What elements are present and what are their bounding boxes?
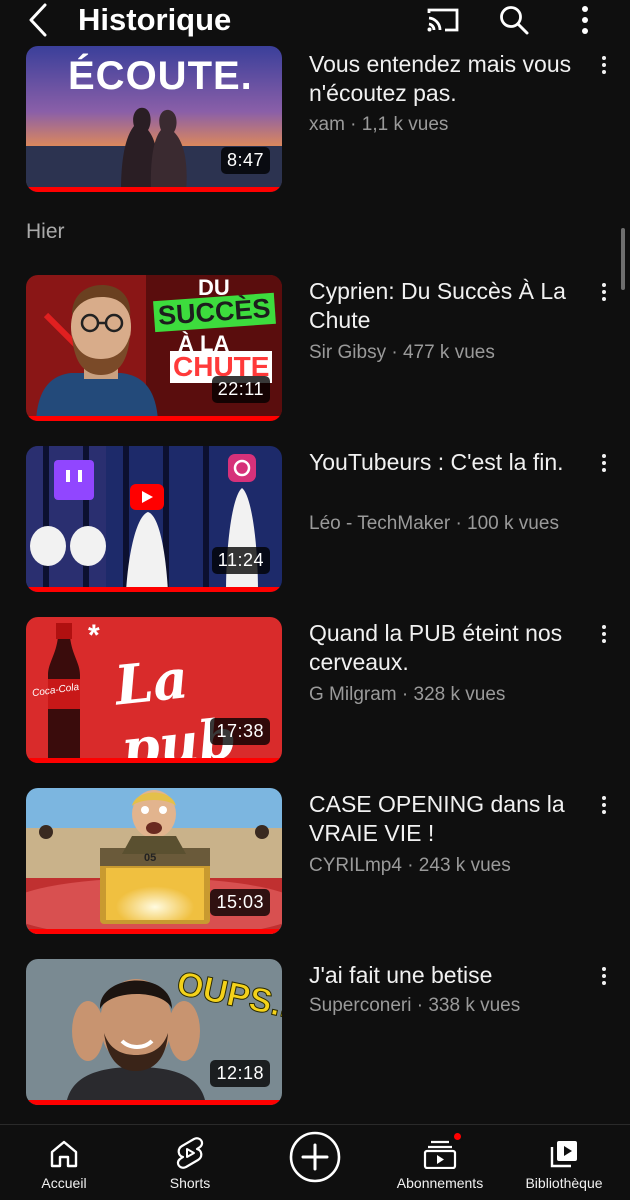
video-title[interactable]: Vous entendez mais vous n'écoutez pas.: [309, 50, 579, 108]
video-menu-icon[interactable]: [592, 277, 616, 307]
video-item[interactable]: DU SUCCÈS À LA CHUTE 22:11 Cyprien: Du S…: [0, 275, 630, 425]
video-thumbnail[interactable]: 05 15:03: [26, 788, 282, 934]
video-duration: 15:03: [210, 889, 270, 916]
nav-label: Shorts: [169, 1175, 211, 1191]
watch-progress-bar: [26, 416, 282, 421]
subscriptions-icon: [423, 1125, 463, 1169]
video-item[interactable]: Coca-Cola * La pub 17:38 Quand la PUB ét…: [0, 617, 630, 767]
video-duration: 22:11: [211, 376, 270, 403]
video-meta: xam · 1,1 k vues: [309, 114, 449, 135]
video-menu-icon[interactable]: [592, 790, 616, 820]
video-thumbnail[interactable]: Coca-Cola * La pub 17:38: [26, 617, 282, 763]
nav-item-home[interactable]: Accueil: [24, 1125, 104, 1200]
thumbnail-caption: ÉCOUTE.: [68, 54, 253, 98]
video-menu-icon[interactable]: [592, 448, 616, 478]
video-item[interactable]: 11:24 YouTubeurs : C'est la fin. Léo - T…: [0, 446, 630, 596]
thumbnail-caption: *: [88, 619, 100, 652]
nav-item-library[interactable]: Bibliothèque: [514, 1125, 614, 1200]
video-item[interactable]: OUPS... 12:18 J'ai fait une betise Super…: [0, 959, 630, 1109]
video-meta: G Milgram · 328 k vues: [309, 684, 506, 705]
cast-icon[interactable]: [421, 0, 465, 40]
thumbnail-caption: 05: [144, 852, 157, 864]
video-title[interactable]: J'ai fait une betise: [309, 961, 579, 990]
nav-label: Bibliothèque: [525, 1175, 603, 1191]
video-item[interactable]: ÉCOUTE. 8:47 Vous entendez mais vous n'é…: [0, 46, 630, 196]
app-screen: Historique ÉCOUTE. 8:47 Vous entendez ma…: [0, 0, 630, 1200]
watch-progress-bar: [26, 758, 282, 763]
nav-item-shorts[interactable]: Shorts: [150, 1125, 230, 1200]
notification-dot: [452, 1131, 463, 1142]
video-duration: 12:18: [210, 1060, 270, 1087]
video-duration: 11:24: [211, 547, 270, 574]
video-title[interactable]: Quand la PUB éteint nos cerveaux.: [309, 619, 579, 677]
video-thumbnail[interactable]: 11:24: [26, 446, 282, 592]
home-icon: [49, 1125, 79, 1169]
video-thumbnail[interactable]: OUPS... 12:18: [26, 959, 282, 1105]
video-meta: Léo - TechMaker · 100 k vues: [309, 513, 559, 534]
search-icon[interactable]: [492, 0, 536, 40]
library-icon: [549, 1125, 579, 1169]
create-button[interactable]: [285, 1125, 345, 1200]
video-title[interactable]: Cyprien: Du Succès À La Chute: [309, 277, 579, 335]
nav-item-subscriptions[interactable]: Abonnements: [388, 1125, 492, 1200]
video-duration: 8:47: [220, 147, 270, 174]
section-header-date: Hier: [26, 220, 65, 243]
video-title[interactable]: CASE OPENING dans la VRAIE VIE !: [309, 790, 579, 848]
more-vertical-icon[interactable]: [563, 0, 607, 40]
video-meta: CYRILmp4 · 243 k vues: [309, 855, 511, 876]
video-menu-icon[interactable]: [592, 619, 616, 649]
nav-label: Abonnements: [396, 1175, 484, 1191]
create-plus-icon: [288, 1125, 342, 1189]
video-menu-icon[interactable]: [592, 961, 616, 991]
nav-label: Accueil: [41, 1175, 87, 1191]
watch-progress-bar: [26, 1100, 282, 1105]
back-arrow-icon[interactable]: [22, 0, 54, 40]
video-meta: Superconeri · 338 k vues: [309, 995, 521, 1016]
video-thumbnail[interactable]: DU SUCCÈS À LA CHUTE 22:11: [26, 275, 282, 421]
video-meta: Sir Gibsy · 477 k vues: [309, 342, 495, 363]
video-thumbnail[interactable]: ÉCOUTE. 8:47: [26, 46, 282, 192]
video-item[interactable]: 05 15:03 CASE OPENING dans la VRAIE VIE …: [0, 788, 630, 938]
shorts-icon: [176, 1125, 204, 1169]
video-menu-icon[interactable]: [592, 50, 616, 80]
page-title: Historique: [78, 2, 232, 37]
video-duration: 17:38: [210, 718, 270, 745]
bottom-navigation: Accueil Shorts Abonnements Bibliothèque: [0, 1124, 630, 1200]
watch-progress-bar: [26, 187, 282, 192]
watch-progress-bar: [26, 587, 282, 592]
video-title[interactable]: YouTubeurs : C'est la fin.: [309, 448, 579, 477]
watch-progress-bar: [26, 929, 282, 934]
top-app-bar: Historique: [0, 0, 630, 40]
